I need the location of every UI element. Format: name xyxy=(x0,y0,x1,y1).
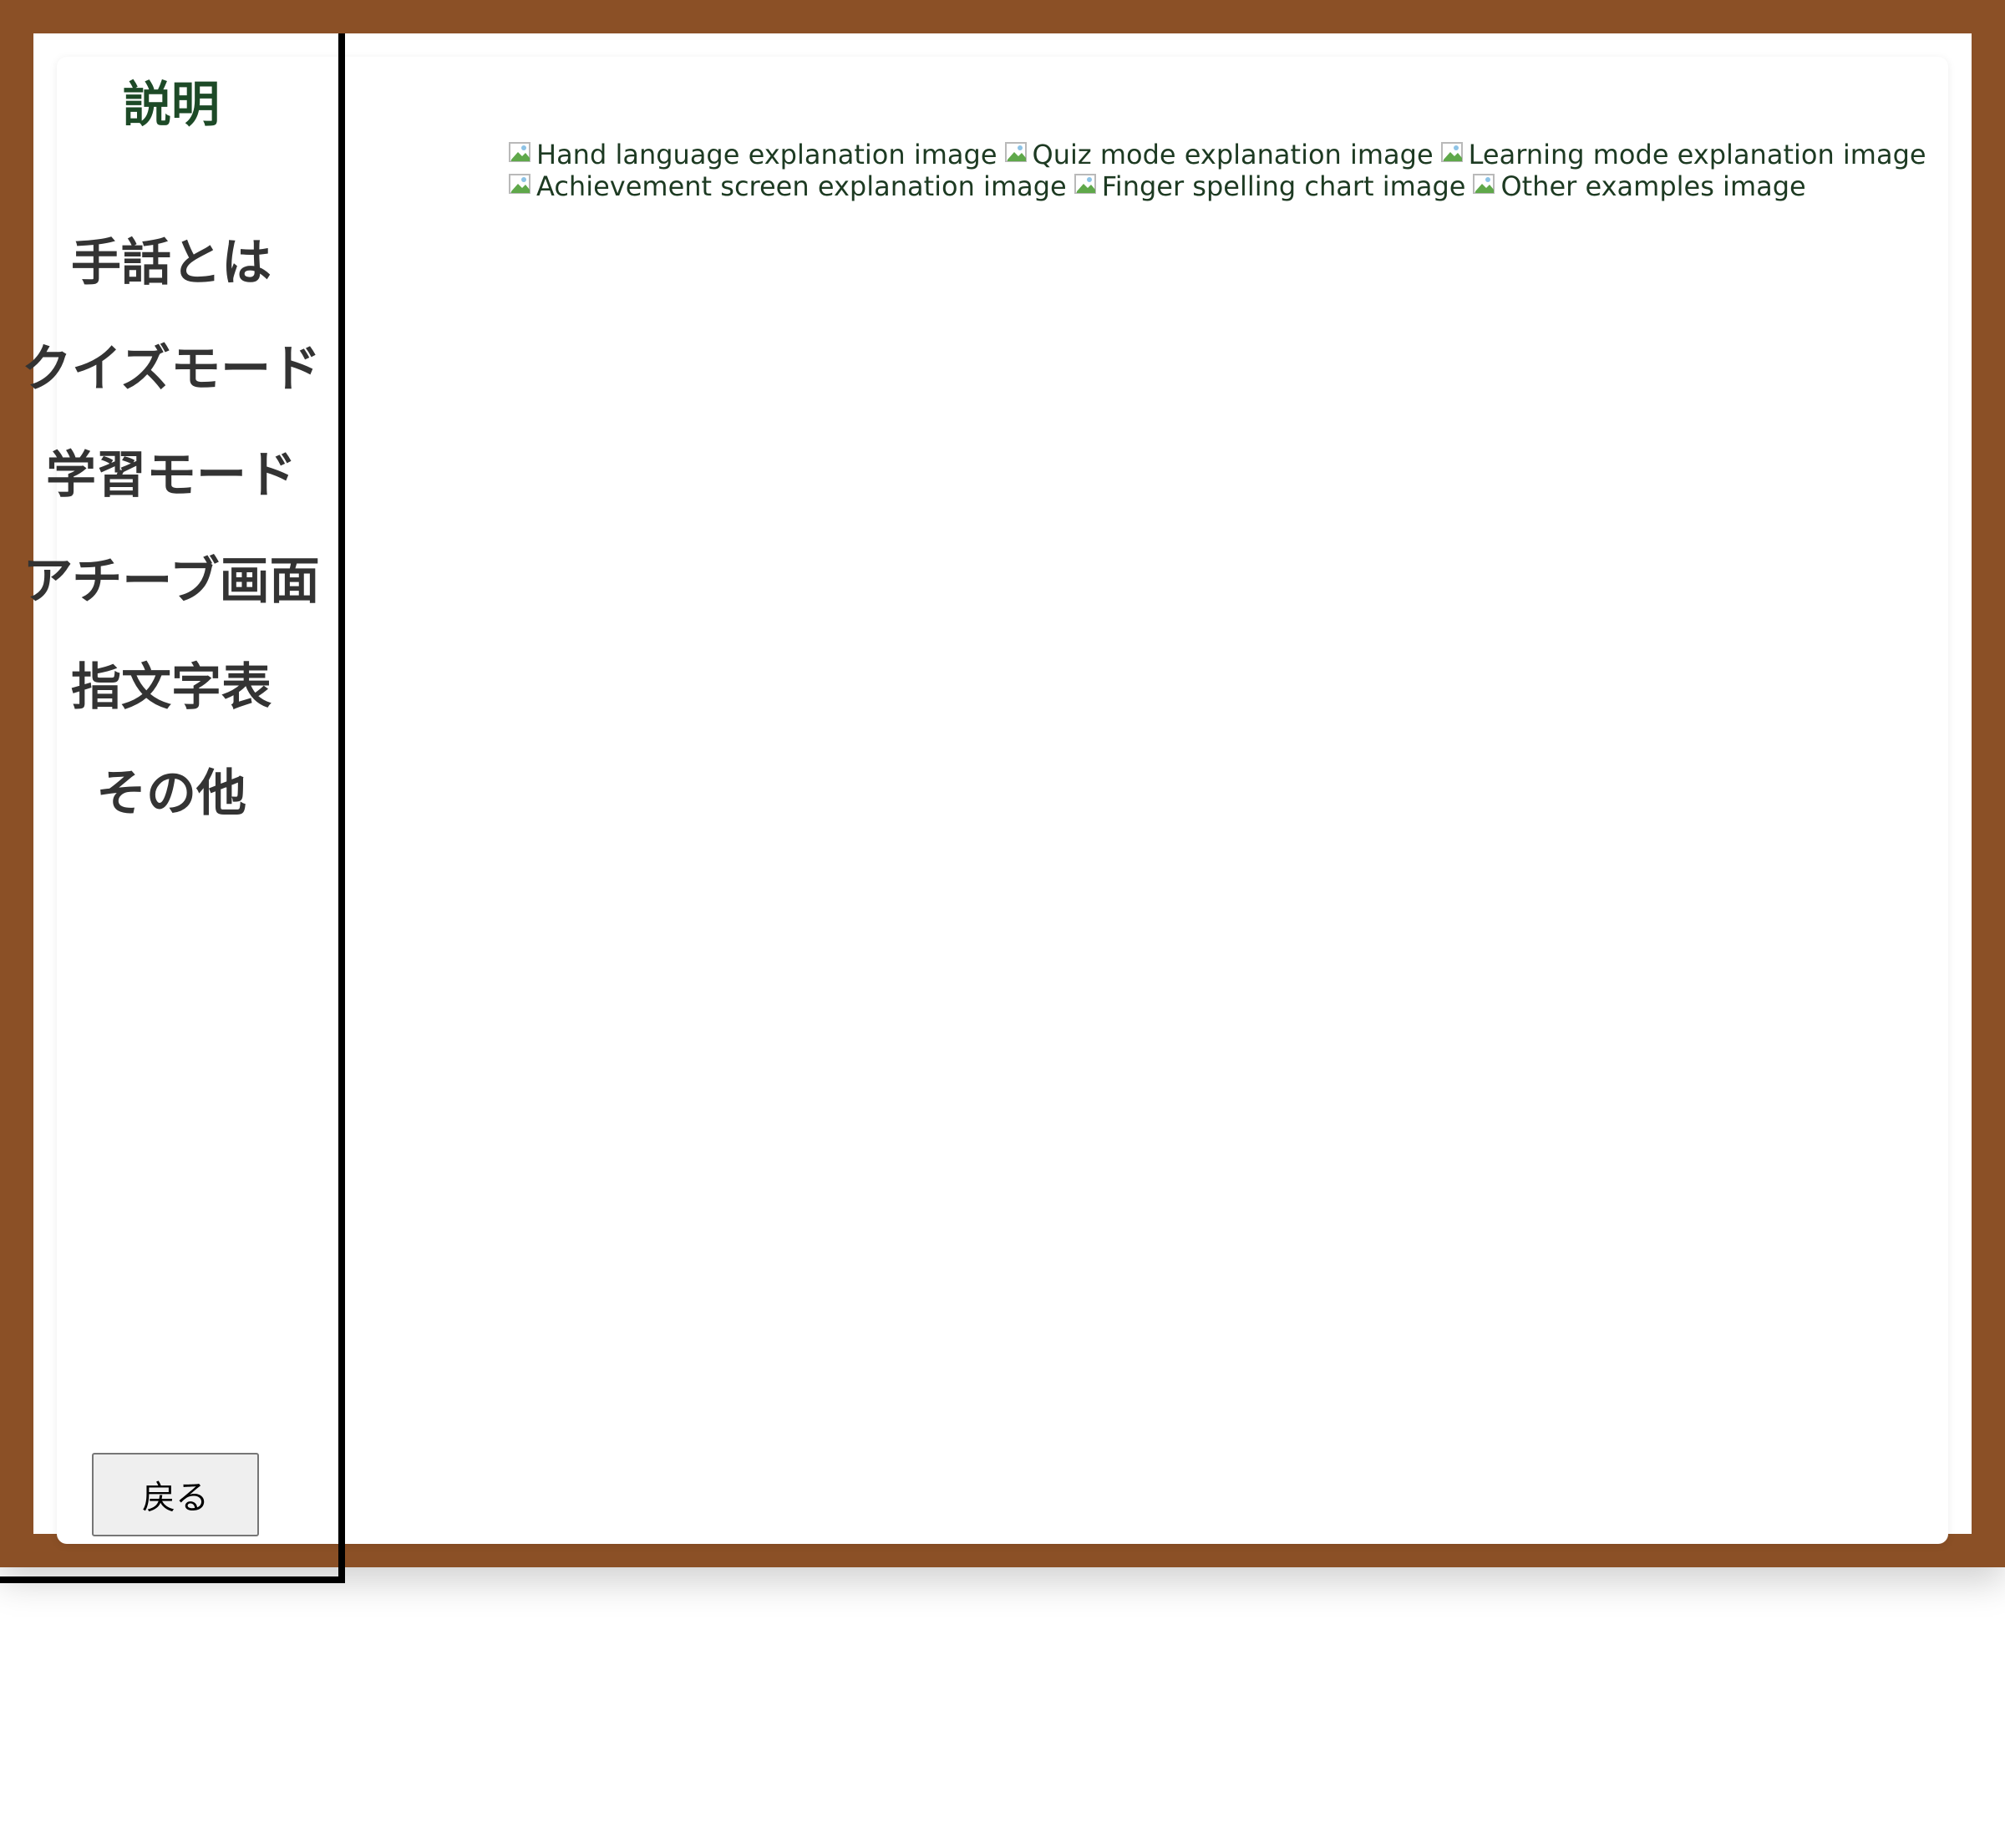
broken-image-icon xyxy=(1004,140,1031,167)
sidebar-item-quiz-mode[interactable]: クイズモード xyxy=(0,328,343,401)
broken-image-icon xyxy=(1074,172,1100,199)
image-row-1: Hand language explanation image Quiz mode… xyxy=(508,139,1926,170)
other-examples-image: Other examples image xyxy=(1472,170,1806,202)
explanation-images: Hand language explanation image Quiz mode… xyxy=(508,139,1926,202)
sidebar-title: 説明 xyxy=(122,76,220,133)
image-alt-text: Finger spelling chart image xyxy=(1101,170,1466,202)
quiz-mode-image: Quiz mode explanation image xyxy=(1004,139,1434,170)
image-alt-text: Learning mode explanation image xyxy=(1468,139,1926,170)
broken-image-icon xyxy=(1440,140,1467,167)
back-button[interactable]: 戻る xyxy=(92,1453,259,1536)
sidebar: 説明 手話とは クイズモード 学習モード アチーブ画面 指文字表 その他 戻る xyxy=(0,33,345,1583)
broken-image-icon xyxy=(508,140,535,167)
sidebar-item-learning-mode[interactable]: 学習モード xyxy=(0,434,343,507)
broken-image-icon xyxy=(508,172,535,199)
learning-mode-image: Learning mode explanation image xyxy=(1440,139,1926,170)
sign-language-image: Hand language explanation image xyxy=(508,139,997,170)
sidebar-item-finger-spelling[interactable]: 指文字表 xyxy=(0,647,343,719)
broken-image-icon xyxy=(1472,172,1499,199)
image-alt-text: Quiz mode explanation image xyxy=(1032,139,1434,170)
finger-spelling-image: Finger spelling chart image xyxy=(1074,170,1466,202)
image-alt-text: Other examples image xyxy=(1500,170,1806,202)
image-row-2: Achievement screen explanation image Fing… xyxy=(508,170,1845,202)
sidebar-item-other[interactable]: その他 xyxy=(0,753,343,825)
achievement-screen-image: Achievement screen explanation image xyxy=(508,170,1067,202)
image-alt-text: Hand language explanation image xyxy=(536,139,997,170)
sidebar-item-achieve-screen[interactable]: アチーブ画面 xyxy=(0,541,343,613)
image-alt-text: Achievement screen explanation image xyxy=(536,170,1067,202)
sidebar-item-sign-language[interactable]: 手話とは xyxy=(0,222,343,295)
